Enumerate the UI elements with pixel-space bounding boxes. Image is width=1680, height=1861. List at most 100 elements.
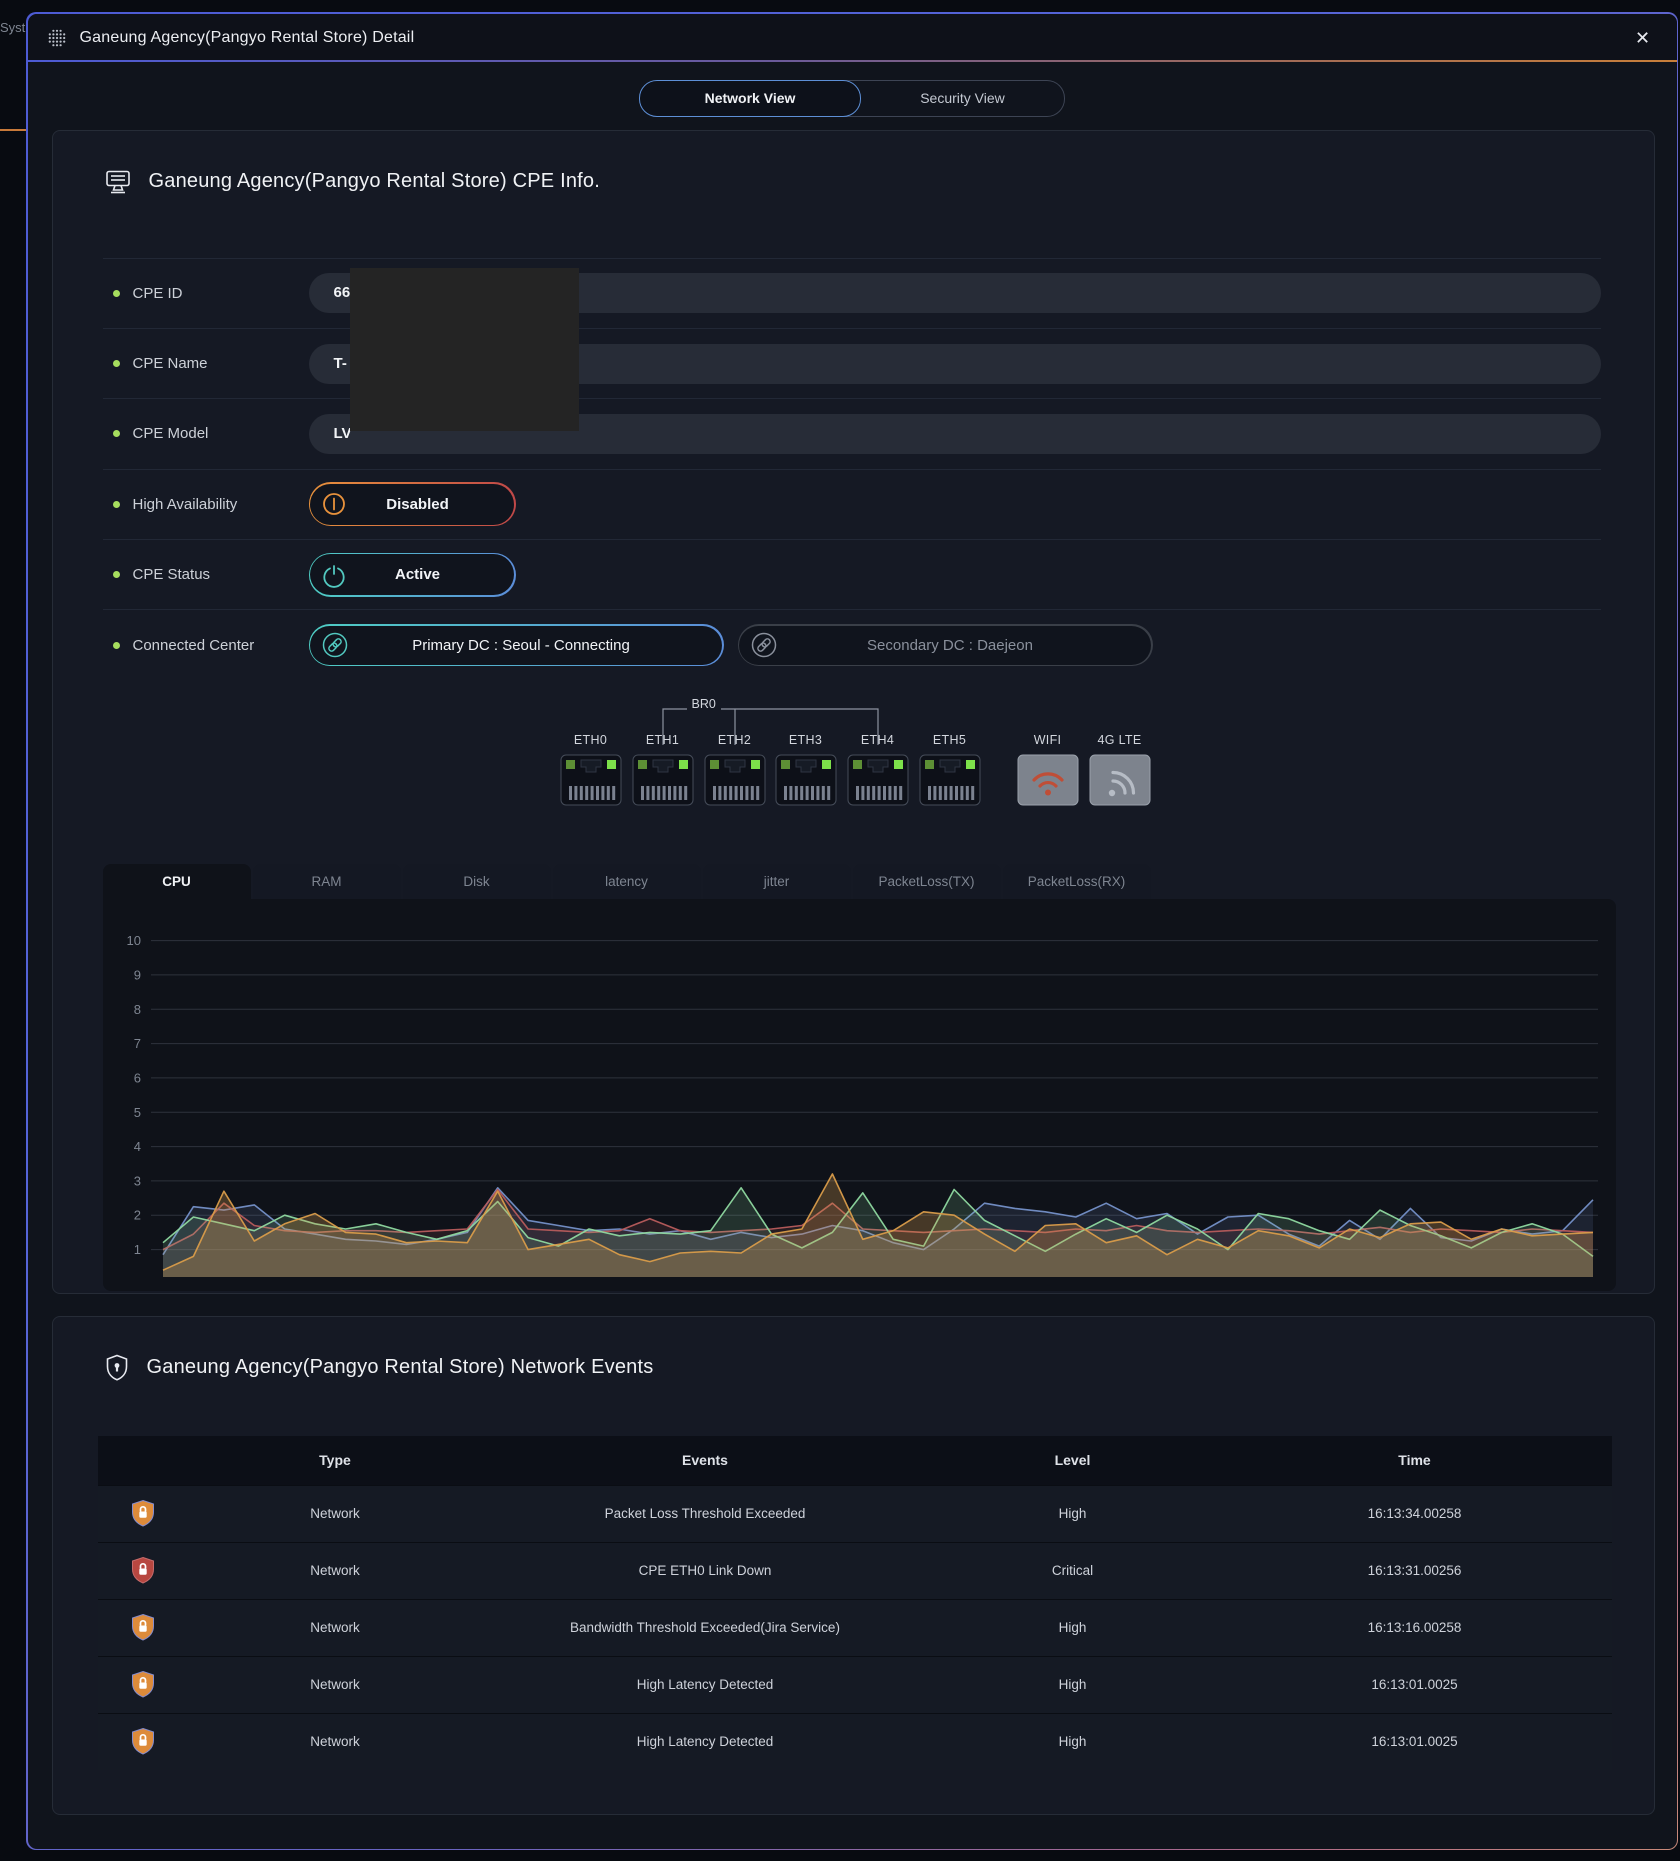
- rj45-port-icon: [847, 754, 909, 806]
- svg-text:1: 1: [133, 1242, 140, 1257]
- event-type: Network: [188, 1563, 483, 1578]
- metric-tab-jitter[interactable]: jitter: [703, 864, 851, 899]
- event-time: 16:13:16.00258: [1218, 1620, 1612, 1635]
- field-row-cpe-name: CPE Name T-: [103, 328, 1601, 398]
- col-level: Level: [928, 1452, 1218, 1468]
- rj45-port-icon: [560, 754, 622, 806]
- bullet-icon: [113, 571, 120, 578]
- port-4g-lte: 4G LTE: [1089, 733, 1151, 811]
- port-eth0: ETH0: [560, 733, 622, 811]
- cpe-model-label: CPE Model: [133, 425, 209, 442]
- field-row-high-availability: High Availability Disabled: [103, 469, 1601, 539]
- event-level: High: [928, 1506, 1218, 1521]
- tab-security-view[interactable]: Security View: [843, 80, 1065, 117]
- secondary-dc-chip[interactable]: Secondary DC : Daejeon: [738, 624, 1153, 666]
- port-eth3-label: ETH3: [775, 733, 837, 747]
- port-4g-lte-label: 4G LTE: [1089, 733, 1151, 747]
- events-table-header: Type Events Level Time: [98, 1436, 1612, 1485]
- svg-text:3: 3: [133, 1173, 140, 1188]
- port-eth5: ETH5: [919, 733, 981, 811]
- port-eth5-label: ETH5: [919, 733, 981, 747]
- field-row-cpe-id: CPE ID 66: [103, 258, 1601, 328]
- rj45-port-icon: [704, 754, 766, 806]
- bullet-icon: [113, 642, 120, 649]
- svg-text:4: 4: [133, 1139, 140, 1154]
- rj45-port-icon: [775, 754, 837, 806]
- event-row: Network High Latency Detected High 16:13…: [98, 1656, 1612, 1713]
- tab-network-view[interactable]: Network View: [639, 80, 861, 117]
- svg-text:10: 10: [126, 933, 140, 948]
- event-text: Packet Loss Threshold Exceeded: [483, 1506, 928, 1521]
- col-events: Events: [483, 1452, 928, 1468]
- event-type: Network: [188, 1677, 483, 1692]
- cellular-signal-icon: [1089, 754, 1151, 806]
- bullet-icon: [113, 290, 120, 297]
- connected-center-label: Connected Center: [133, 637, 255, 654]
- event-level: High: [928, 1677, 1218, 1692]
- modal-header: Ganeung Agency(Pangyo Rental Store) Deta…: [28, 14, 1677, 62]
- link-icon: [749, 630, 779, 660]
- cpe-status-label: CPE Status: [133, 566, 211, 583]
- port-eth1: ETH1: [632, 733, 694, 811]
- metric-tab-latency[interactable]: latency: [553, 864, 701, 899]
- bullet-icon: [113, 430, 120, 437]
- power-off-icon: [321, 491, 347, 517]
- event-type: Network: [188, 1734, 483, 1749]
- col-type: Type: [188, 1452, 483, 1468]
- event-level: Critical: [928, 1563, 1218, 1578]
- bridge-label: BR0: [687, 697, 721, 711]
- svg-text:7: 7: [133, 1036, 140, 1051]
- high-availability-badge: Disabled: [309, 482, 516, 526]
- line-chart-svg: 10987654321: [103, 899, 1616, 1291]
- event-row: Network Bandwidth Threshold Exceeded(Jir…: [98, 1599, 1612, 1656]
- metric-tab-packetloss-tx[interactable]: PacketLoss(TX): [853, 864, 1001, 899]
- metric-tab-packetloss-rx[interactable]: PacketLoss(RX): [1003, 864, 1151, 899]
- col-time: Time: [1218, 1452, 1612, 1468]
- event-time: 16:13:01.0025: [1218, 1677, 1612, 1692]
- alert-shield-critical-icon: [130, 1556, 156, 1585]
- event-text: Bandwidth Threshold Exceeded(Jira Servic…: [483, 1620, 928, 1635]
- svg-text:6: 6: [133, 1070, 140, 1085]
- metric-tab-cpu[interactable]: CPU: [103, 864, 251, 899]
- event-time: 16:13:01.0025: [1218, 1734, 1612, 1749]
- cpe-info-title: Ganeung Agency(Pangyo Rental Store) CPE …: [149, 170, 601, 193]
- event-level: High: [928, 1734, 1218, 1749]
- primary-dc-chip[interactable]: Primary DC : Seoul - Connecting: [309, 624, 724, 666]
- cpe-field-rows: CPE ID 66 CPE Name T- CPE Model LV High …: [103, 258, 1601, 680]
- event-row: Network CPE ETH0 Link Down Critical 16:1…: [98, 1542, 1612, 1599]
- svg-text:5: 5: [133, 1104, 140, 1119]
- cpe-info-panel: Ganeung Agency(Pangyo Rental Store) CPE …: [52, 130, 1655, 1294]
- metric-tab-disk[interactable]: Disk: [403, 864, 551, 899]
- detail-modal: Ganeung Agency(Pangyo Rental Store) Deta…: [28, 14, 1677, 1849]
- view-tab-bar: Network View Security View: [639, 80, 1065, 117]
- cpe-status-value: Active: [347, 566, 514, 583]
- network-events-title: Ganeung Agency(Pangyo Rental Store) Netw…: [147, 1356, 654, 1379]
- monitor-icon: [103, 167, 133, 197]
- event-text: High Latency Detected: [483, 1677, 928, 1692]
- field-row-cpe-status: CPE Status Active: [103, 539, 1601, 609]
- event-row: Network Packet Loss Threshold Exceeded H…: [98, 1485, 1612, 1542]
- svg-text:8: 8: [133, 1001, 140, 1016]
- line-chart: 10987654321: [103, 899, 1616, 1291]
- port-eth1-label: ETH1: [632, 733, 694, 747]
- cpe-info-heading: Ganeung Agency(Pangyo Rental Store) CPE …: [53, 131, 1654, 197]
- event-time: 16:13:34.00258: [1218, 1506, 1612, 1521]
- cpe-id-label: CPE ID: [133, 285, 183, 302]
- metric-tab-ram[interactable]: RAM: [253, 864, 401, 899]
- wifi-icon: [1017, 754, 1079, 806]
- field-row-cpe-model: CPE Model LV: [103, 398, 1601, 468]
- event-text: High Latency Detected: [483, 1734, 928, 1749]
- rj45-port-icon: [632, 754, 694, 806]
- power-on-icon: [321, 562, 347, 588]
- alert-shield-high-icon: [130, 1613, 156, 1642]
- event-level: High: [928, 1620, 1218, 1635]
- bullet-icon: [113, 501, 120, 508]
- close-icon[interactable]: ✕: [1631, 26, 1655, 50]
- alert-shield-high-icon: [130, 1499, 156, 1528]
- high-availability-label: High Availability: [133, 496, 238, 513]
- port-eth4-label: ETH4: [847, 733, 909, 747]
- dots-icon: [48, 29, 66, 47]
- shield-lock-icon: [103, 1353, 131, 1383]
- event-row: Network High Latency Detected High 16:13…: [98, 1713, 1612, 1770]
- svg-text:2: 2: [133, 1207, 140, 1222]
